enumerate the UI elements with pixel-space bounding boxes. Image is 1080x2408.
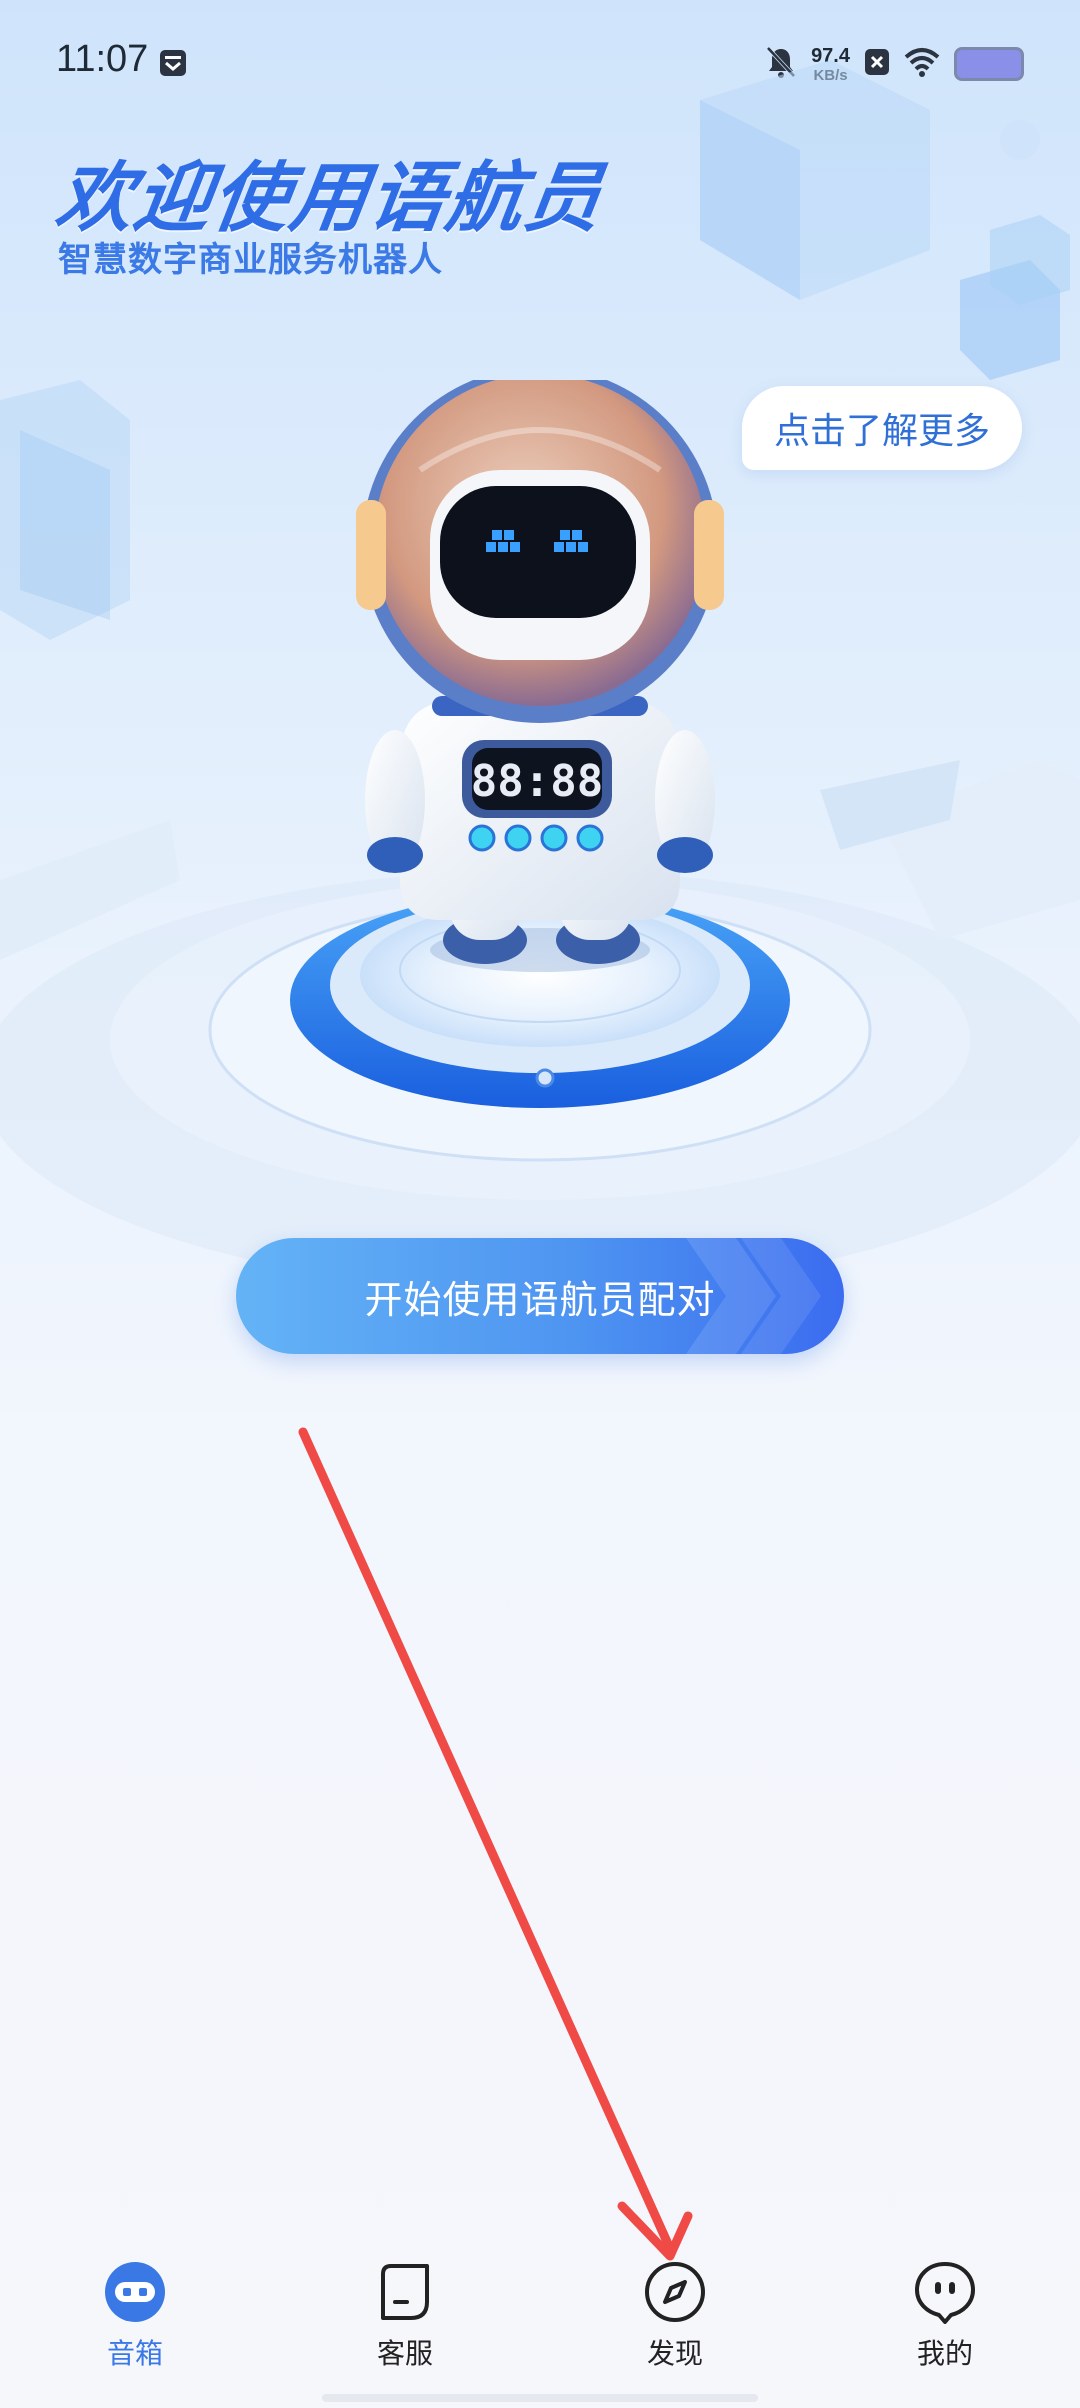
learn-more-button[interactable]: 点击了解更多 [742,386,1022,470]
welcome-title: 欢迎使用语航员 [50,153,610,242]
profile-face-icon [915,2262,975,2324]
status-icons: 97.4 KB/s [765,42,1024,86]
welcome-subtitle: 智慧数字商业服务机器人 [58,240,443,280]
nav-label-profile: 我的 [916,2337,973,2370]
start-pairing-label: 开始使用语航员配对 [364,1277,716,1322]
robot-clock-display: 88:88 [471,756,603,807]
status-time: 11:07 [56,38,149,80]
nav-item-discover[interactable]: 发现 [540,2250,810,2408]
robot-illustration: 88:88 [0,380,1080,1260]
nav-item-speaker[interactable]: 音箱 [0,2250,270,2408]
status-bar: 11:07 97.4 KB/s [0,0,1080,125]
compass-icon [645,2262,705,2322]
nav-item-customer-service[interactable]: 客服 [270,2250,540,2408]
mute-bell-icon [765,45,797,83]
home-indicator[interactable] [322,2394,758,2402]
network-speed: 97.4 KB/s [811,46,850,83]
nav-label-speaker: 音箱 [106,2337,163,2370]
network-speed-unit: KB/s [813,66,848,84]
nav-label-discover: 发现 [646,2337,703,2370]
network-speed-value: 97.4 [811,44,850,67]
wifi-icon [904,47,940,81]
speaker-robot-icon [105,2262,165,2322]
battery-icon [954,47,1024,81]
nav-label-customer-service: 客服 [376,2337,433,2370]
chat-bubble-icon [381,2264,429,2320]
start-pairing-button[interactable]: 开始使用语航员配对 [236,1238,844,1354]
close-badge-icon [864,47,890,81]
notification-box-icon [158,48,188,78]
bottom-navigation: 音箱 客服 发现 我的 [0,2250,1080,2408]
nav-item-profile[interactable]: 我的 [810,2250,1080,2408]
